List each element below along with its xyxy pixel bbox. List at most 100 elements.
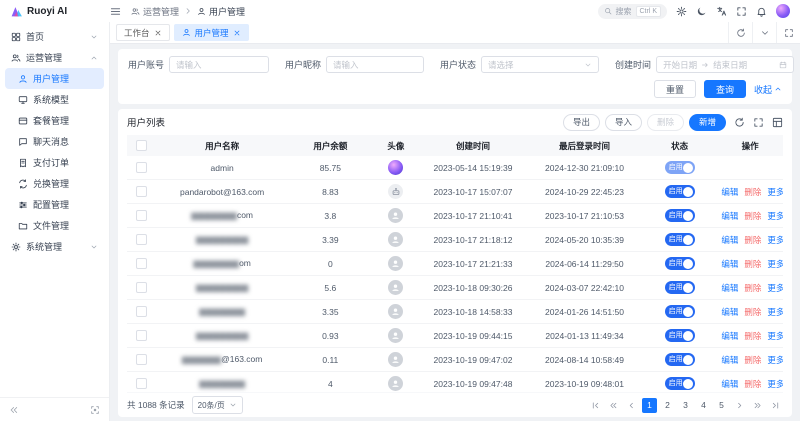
maximize-icon[interactable] xyxy=(753,117,764,128)
more-link[interactable]: 更多 xyxy=(767,259,783,269)
row-checkbox[interactable] xyxy=(136,162,147,173)
row-checkbox[interactable] xyxy=(136,210,147,221)
edit-link[interactable]: 编辑 xyxy=(721,235,738,245)
sidebar-subitem-5[interactable]: 兑换管理 xyxy=(5,173,104,194)
status-toggle[interactable]: 启用 xyxy=(665,281,695,294)
sidebar-pin-icon[interactable] xyxy=(90,405,100,415)
refresh-icon[interactable] xyxy=(734,117,745,128)
delete-link[interactable]: 删除 xyxy=(744,307,761,317)
row-checkbox[interactable] xyxy=(136,186,147,197)
page-button-1[interactable]: 1 xyxy=(642,398,657,413)
more-link[interactable]: 更多 xyxy=(767,307,783,317)
row-checkbox[interactable] xyxy=(136,282,147,293)
prev-5-pages-button[interactable] xyxy=(606,398,621,413)
status-toggle[interactable]: 启用 xyxy=(665,257,695,270)
tab-menu-button[interactable] xyxy=(752,22,776,43)
status-toggle[interactable]: 启用 xyxy=(665,353,695,366)
edit-link[interactable]: 编辑 xyxy=(721,211,738,221)
status-toggle[interactable]: 启用 xyxy=(665,329,695,342)
more-link[interactable]: 更多 xyxy=(767,355,783,365)
page-button-5[interactable]: 5 xyxy=(714,398,729,413)
tab-1[interactable]: 用户管理 xyxy=(174,24,249,41)
delete-link[interactable]: 删除 xyxy=(744,211,761,221)
page-button-3[interactable]: 3 xyxy=(678,398,693,413)
reset-button[interactable]: 重置 xyxy=(654,80,696,98)
edit-link[interactable]: 编辑 xyxy=(721,331,738,341)
status-toggle[interactable]: 启用 xyxy=(665,305,695,318)
status-toggle[interactable]: 启用 xyxy=(665,233,695,246)
row-checkbox[interactable] xyxy=(136,354,147,365)
maximize-tab-button[interactable] xyxy=(776,22,800,43)
next-page-button[interactable] xyxy=(732,398,747,413)
edit-link[interactable]: 编辑 xyxy=(721,307,738,317)
delete-link[interactable]: 删除 xyxy=(744,283,761,293)
more-link[interactable]: 更多 xyxy=(767,187,783,197)
status-toggle[interactable]: 启用 xyxy=(665,185,695,198)
breadcrumb-item[interactable]: 用户管理 xyxy=(197,5,245,18)
row-checkbox[interactable] xyxy=(136,330,147,341)
page-size-select[interactable]: 20条/页 xyxy=(192,396,243,414)
status-toggle[interactable]: 启用 xyxy=(665,161,695,174)
bell-icon[interactable] xyxy=(756,6,767,17)
translate-icon[interactable] xyxy=(716,6,727,17)
sidebar-subitem-0[interactable]: 用户管理 xyxy=(5,68,104,89)
tab-0[interactable]: 工作台 xyxy=(116,24,170,41)
sidebar-subitem-4[interactable]: 支付订单 xyxy=(5,152,104,173)
delete-link[interactable]: 删除 xyxy=(744,355,761,365)
edit-link[interactable]: 编辑 xyxy=(721,187,738,197)
fullscreen-icon[interactable] xyxy=(736,6,747,17)
date-range-input[interactable]: 开始日期 结束日期 xyxy=(656,56,794,73)
more-link[interactable]: 更多 xyxy=(767,331,783,341)
sidebar-subitem-3[interactable]: 聊天消息 xyxy=(5,131,104,152)
delete-link[interactable]: 删除 xyxy=(744,259,761,269)
prev-page-button[interactable] xyxy=(624,398,639,413)
first-page-button[interactable] xyxy=(588,398,603,413)
page-button-2[interactable]: 2 xyxy=(660,398,675,413)
user-avatar-topbar[interactable] xyxy=(776,4,790,18)
column-settings-icon[interactable] xyxy=(772,117,783,128)
status-toggle[interactable]: 启用 xyxy=(665,377,695,390)
import-button[interactable]: 导入 xyxy=(605,114,642,131)
breadcrumb-item[interactable]: 运营管理 xyxy=(131,5,179,18)
close-icon[interactable] xyxy=(154,29,162,37)
delete-link[interactable]: 删除 xyxy=(744,235,761,245)
sidebar-subitem-7[interactable]: 文件管理 xyxy=(5,215,104,236)
more-link[interactable]: 更多 xyxy=(767,283,783,293)
user-account-input[interactable]: 请输入 xyxy=(169,56,269,73)
row-checkbox[interactable] xyxy=(136,378,147,389)
sidebar-item-1[interactable]: 运营管理 xyxy=(5,47,104,68)
collapse-filters-link[interactable]: 收起 xyxy=(754,83,782,96)
row-checkbox[interactable] xyxy=(136,258,147,269)
status-toggle[interactable]: 启用 xyxy=(665,209,695,222)
more-link[interactable]: 更多 xyxy=(767,379,783,389)
edit-link[interactable]: 编辑 xyxy=(721,379,738,389)
close-icon[interactable] xyxy=(233,29,241,37)
sidebar-item-2[interactable]: 系统管理 xyxy=(5,236,104,257)
sidebar-subitem-6[interactable]: 配置管理 xyxy=(5,194,104,215)
edit-link[interactable]: 编辑 xyxy=(721,355,738,365)
refresh-tab-button[interactable] xyxy=(728,22,752,43)
menu-collapse-icon[interactable] xyxy=(110,6,121,17)
more-link[interactable]: 更多 xyxy=(767,235,783,245)
collapse-sidebar-icon[interactable] xyxy=(9,405,19,415)
select-all-checkbox[interactable] xyxy=(136,140,147,151)
edit-link[interactable]: 编辑 xyxy=(721,259,738,269)
delete-link[interactable]: 删除 xyxy=(744,331,761,341)
user-status-select[interactable]: 请选择 xyxy=(481,56,599,73)
sidebar-item-0[interactable]: 首页 xyxy=(5,26,104,47)
row-checkbox[interactable] xyxy=(136,306,147,317)
add-button[interactable]: 新增 xyxy=(689,114,726,131)
search-button[interactable]: 查询 xyxy=(704,80,746,98)
user-nickname-input[interactable]: 请输入 xyxy=(326,56,424,73)
row-checkbox[interactable] xyxy=(136,234,147,245)
more-link[interactable]: 更多 xyxy=(767,211,783,221)
last-page-button[interactable] xyxy=(768,398,783,413)
delete-link[interactable]: 删除 xyxy=(744,379,761,389)
export-button[interactable]: 导出 xyxy=(563,114,600,131)
delete-link[interactable]: 删除 xyxy=(744,187,761,197)
page-button-4[interactable]: 4 xyxy=(696,398,711,413)
moon-icon[interactable] xyxy=(696,6,707,17)
gear-icon[interactable] xyxy=(676,6,687,17)
delete-button[interactable]: 删除 xyxy=(647,114,684,131)
next-5-pages-button[interactable] xyxy=(750,398,765,413)
